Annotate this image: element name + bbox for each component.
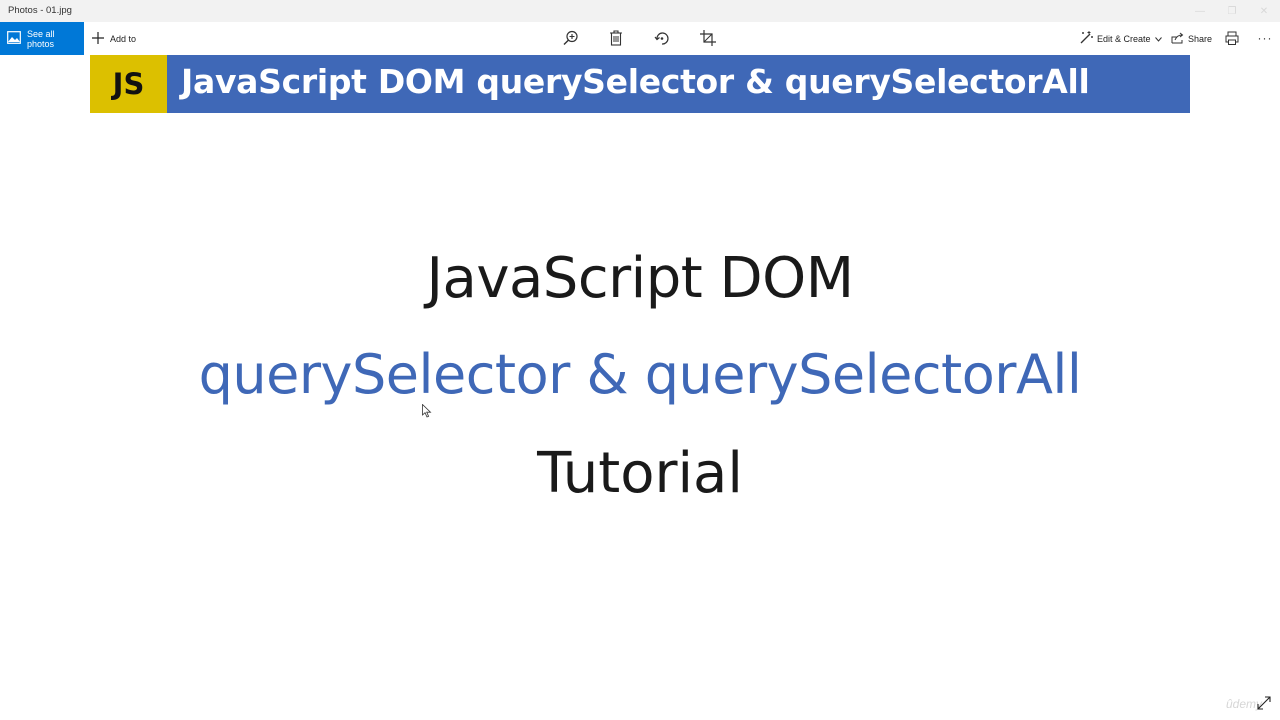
minimize-button[interactable]: — <box>1184 0 1216 22</box>
toolbar: See all photos Add to Edit & Create Shar… <box>0 22 1280 55</box>
window-title: Photos - 01.jpg <box>8 5 72 16</box>
edit-magic-icon <box>1080 31 1093 46</box>
edit-create-label: Edit & Create <box>1097 33 1151 44</box>
image-banner: JS JavaScript DOM querySelector & queryS… <box>90 55 1190 113</box>
see-all-photos-label: See all photos <box>27 28 55 49</box>
crop-icon[interactable] <box>699 29 717 47</box>
rotate-icon[interactable] <box>653 29 671 47</box>
mouse-cursor-icon <box>422 403 432 423</box>
maximize-button[interactable]: ❐ <box>1216 0 1248 22</box>
edit-create-button[interactable]: Edit & Create <box>1080 22 1162 55</box>
add-to-label: Add to <box>110 33 137 44</box>
photo-gallery-icon <box>7 31 21 46</box>
see-all-photos-button[interactable]: See all photos <box>0 22 84 55</box>
fullscreen-icon[interactable] <box>1257 696 1271 710</box>
share-button[interactable]: Share <box>1171 22 1212 55</box>
print-icon[interactable] <box>1223 29 1241 47</box>
plus-icon <box>91 31 105 47</box>
headline-line-1: JavaScript DOM <box>426 246 854 311</box>
more-icon[interactable]: ··· <box>1256 29 1274 47</box>
headline-line-2: querySelector & querySelectorAll <box>198 343 1082 406</box>
window-controls: — ❐ ✕ <box>1184 0 1280 22</box>
close-button[interactable]: ✕ <box>1248 0 1280 22</box>
add-to-button[interactable]: Add to <box>91 22 136 55</box>
delete-icon[interactable] <box>607 29 625 47</box>
js-logo: JS <box>90 55 167 113</box>
chevron-down-icon <box>1154 34 1162 44</box>
zoom-in-icon[interactable] <box>562 29 580 47</box>
headline-line-3: Tutorial <box>537 441 743 506</box>
share-icon <box>1171 32 1184 46</box>
share-label: Share <box>1188 33 1213 44</box>
banner-title: JavaScript DOM querySelector & querySele… <box>181 62 1090 101</box>
title-bar: Photos - 01.jpg — ❐ ✕ <box>0 0 1280 22</box>
